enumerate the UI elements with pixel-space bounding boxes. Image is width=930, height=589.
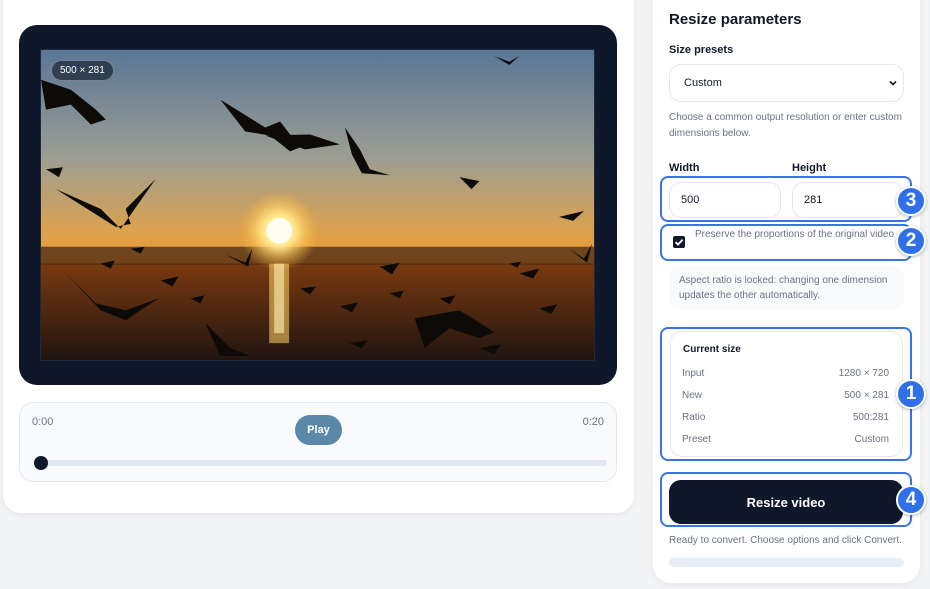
size-row-label: Ratio [682, 412, 706, 423]
resize-video-button[interactable]: Resize video [669, 480, 903, 524]
current-time: 0:00 [32, 416, 54, 428]
height-input[interactable]: 281 [792, 182, 904, 218]
preserve-proportions-label[interactable]: Preserve the proportions of the original… [695, 228, 900, 242]
panel-title: Resize parameters [669, 11, 802, 28]
size-row-value: 1280 × 720 [838, 368, 889, 379]
width-label: Width [669, 162, 700, 174]
chevron-down-icon [889, 80, 897, 86]
size-row-value: 500:281 [852, 412, 889, 423]
width-input[interactable]: 500 [669, 182, 781, 218]
size-presets-help: Choose a common output resolution or ent… [669, 112, 902, 139]
current-size-title: Current size [683, 344, 741, 355]
player-controls: 0:00 Play 0:20 [19, 402, 617, 482]
aspect-lock-note: Aspect ratio is locked: changing one dim… [669, 267, 904, 309]
sunset-seagulls-image [41, 50, 594, 360]
checkmark-icon [674, 238, 684, 246]
video-size-chip: 500 × 281 [51, 60, 114, 81]
video-preview[interactable] [40, 49, 595, 361]
size-row-label: Input [682, 368, 705, 379]
size-presets-value: Custom [684, 77, 722, 89]
seek-handle[interactable] [34, 456, 48, 470]
annotation-badge-2: 2 [896, 226, 926, 256]
size-row-value: 500 × 281 [844, 390, 889, 401]
height-label: Height [792, 162, 827, 174]
convert-progress-bar [669, 558, 904, 567]
annotation-badge-3: 3 [896, 186, 926, 216]
seek-track[interactable] [38, 460, 607, 466]
play-button[interactable]: Play [295, 415, 342, 445]
size-presets-label: Size presets [669, 44, 734, 56]
status-text: Ready to convert. Choose options and cli… [669, 535, 902, 546]
annotation-badge-4: 4 [896, 485, 926, 515]
size-row-value: Custom [854, 434, 889, 445]
annotation-badge-1: 1 [896, 379, 926, 409]
preserve-proportions-checkbox[interactable] [673, 236, 685, 248]
duration: 0:20 [582, 416, 604, 428]
size-presets-select[interactable]: Custom [669, 64, 904, 102]
size-row-label: New [682, 390, 703, 401]
size-row-label: Preset [682, 434, 711, 445]
